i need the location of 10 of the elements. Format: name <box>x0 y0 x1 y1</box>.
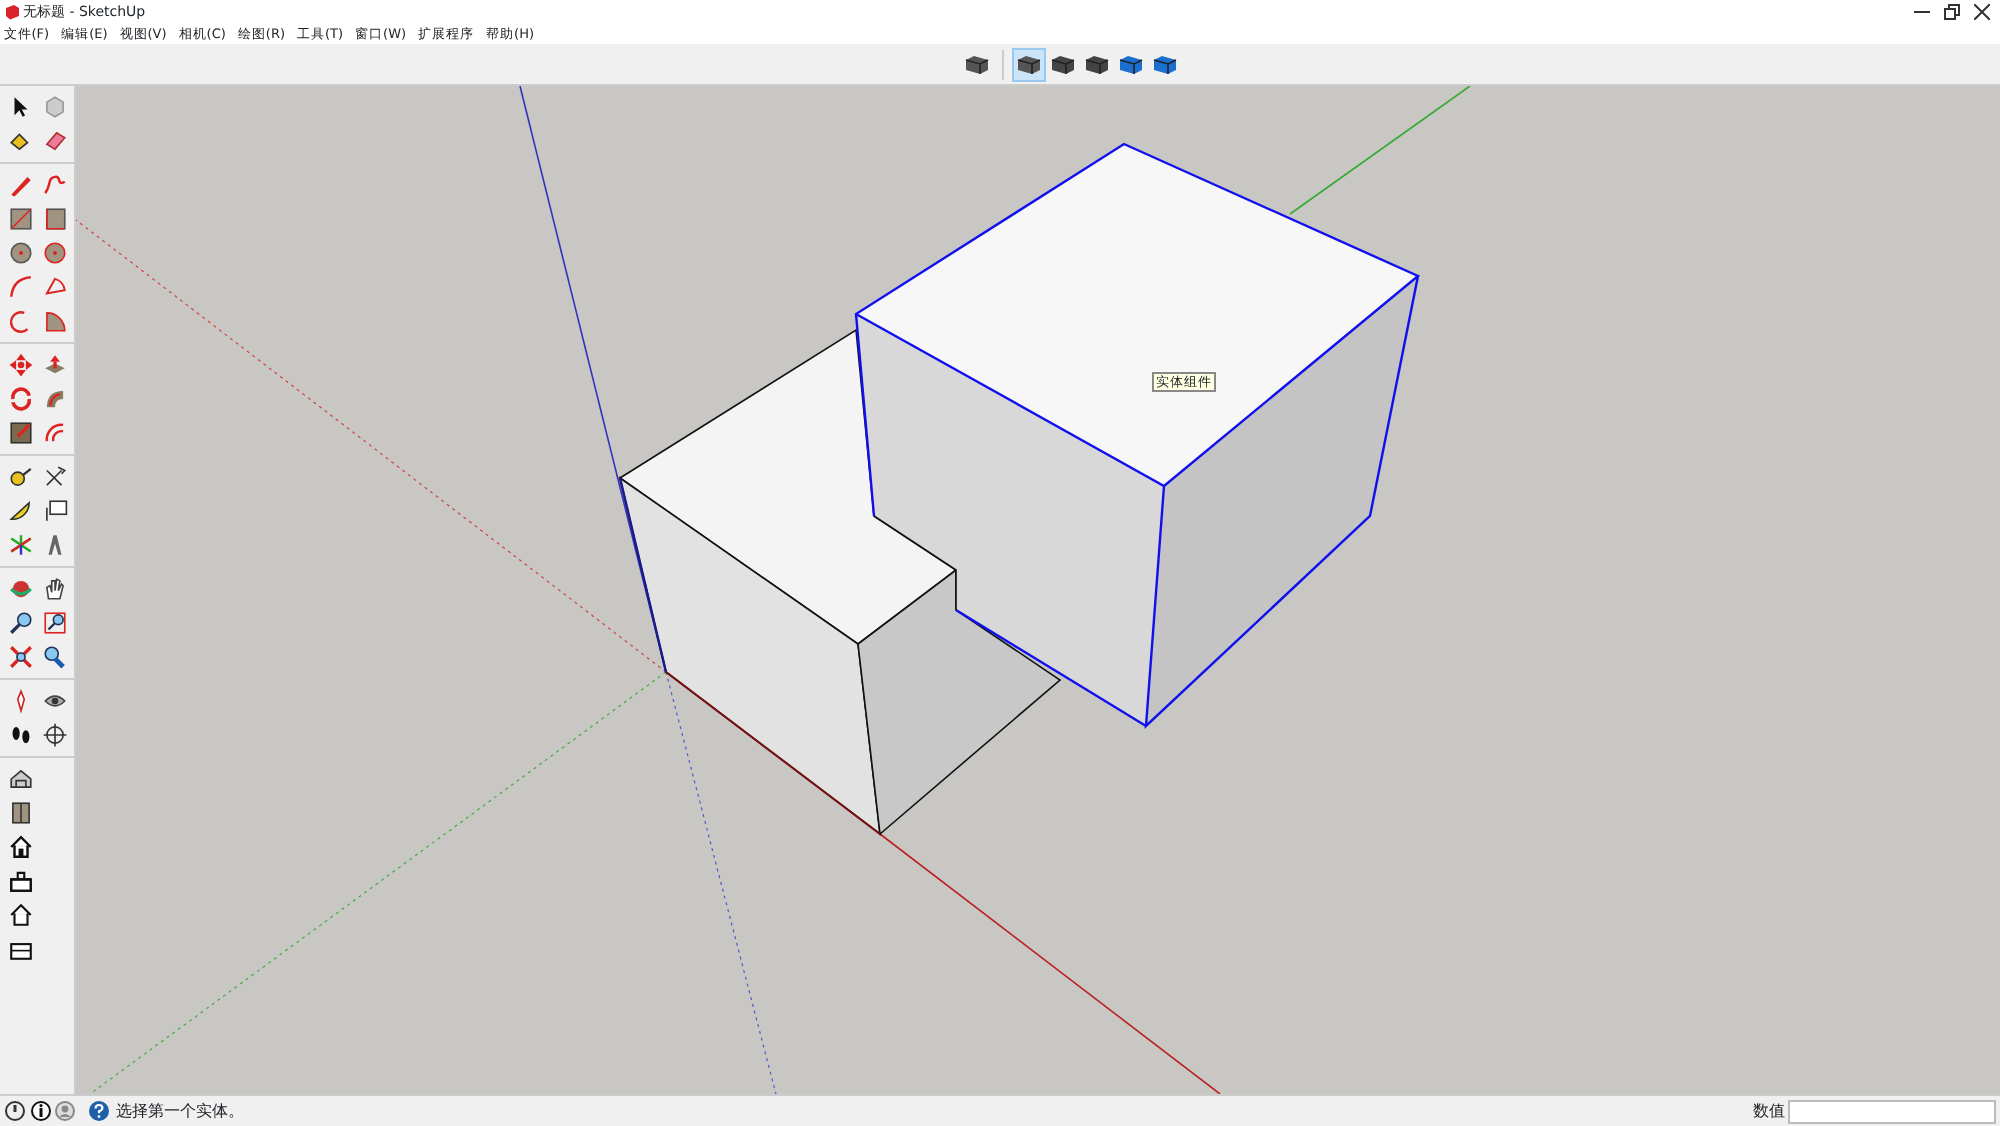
app-logo-icon <box>3 4 20 20</box>
help-icon[interactable] <box>87 1100 109 1122</box>
measurements-label: 数值 <box>1753 1099 1785 1123</box>
restore-icon[interactable] <box>1943 4 1960 20</box>
geo-location-icon[interactable] <box>3 1100 26 1122</box>
status-message: 选择第一个实体。 <box>116 1099 244 1123</box>
measurements-field[interactable] <box>1788 1099 1997 1123</box>
info-icon[interactable] <box>29 1100 51 1122</box>
view-button[interactable] <box>1011 47 1045 81</box>
close-icon[interactable] <box>1973 4 1990 20</box>
